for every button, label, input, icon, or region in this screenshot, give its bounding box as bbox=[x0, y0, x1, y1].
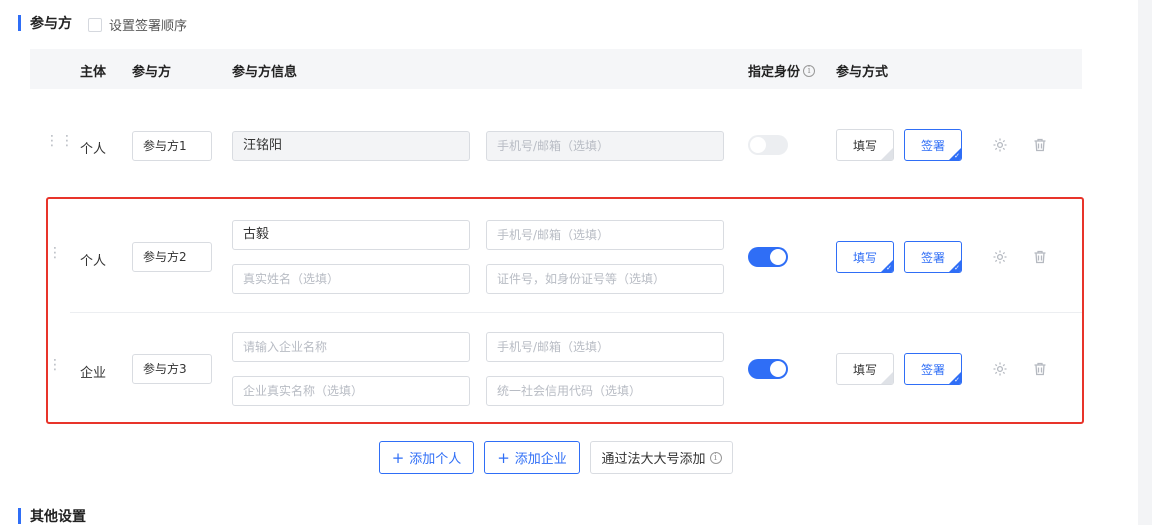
credit-code-input[interactable]: 统一社会信用代码（选填） bbox=[486, 376, 724, 406]
header-designate-identity: 指定身份 i bbox=[748, 61, 816, 80]
row-divider bbox=[70, 312, 1082, 313]
sign-order-label: 设置签署顺序 bbox=[109, 19, 188, 34]
header-party: 参与方 bbox=[132, 65, 172, 80]
add-company-button[interactable]: + 添加企业 bbox=[484, 441, 580, 474]
trash-icon[interactable] bbox=[1032, 361, 1048, 377]
row-subject: 个人 bbox=[80, 142, 107, 157]
row-subject: 个人 bbox=[80, 254, 107, 269]
real-name-input[interactable]: 真实姓名（选填） bbox=[232, 264, 470, 294]
drag-handle-icon[interactable]: ⋮⋮ bbox=[45, 134, 74, 154]
designate-identity-toggle[interactable] bbox=[748, 247, 788, 267]
section-title-other-settings: 其他设置 bbox=[18, 508, 86, 525]
party-name-input[interactable]: 参与方3 bbox=[132, 354, 212, 384]
mode-sign-button[interactable]: 签署 ✓ bbox=[904, 353, 962, 385]
info-icon[interactable]: i bbox=[803, 64, 816, 77]
company-name-input[interactable]: 请输入企业名称 bbox=[232, 332, 470, 362]
drag-handle-icon[interactable]: ⋮ bbox=[48, 358, 62, 378]
add-person-button[interactable]: + 添加个人 bbox=[379, 441, 474, 474]
trash-icon[interactable] bbox=[1032, 249, 1048, 265]
checkbox-box[interactable] bbox=[88, 17, 102, 32]
header-designate-label: 指定身份 bbox=[748, 65, 801, 80]
mode-sign-button[interactable]: 签署 ✓ bbox=[904, 129, 962, 161]
gear-icon[interactable] bbox=[992, 137, 1008, 153]
contact-input[interactable]: 手机号/邮箱（选填） bbox=[486, 220, 724, 250]
id-number-input[interactable]: 证件号，如身份证号等（选填） bbox=[486, 264, 724, 294]
section-accent-bar bbox=[18, 15, 21, 31]
mode-fill-button[interactable]: 填写 bbox=[836, 353, 894, 385]
participant-name-input[interactable]: 古毅 bbox=[232, 220, 470, 250]
header-participation-mode: 参与方式 bbox=[836, 65, 889, 80]
add-via-fadada-button[interactable]: 通过法大大号添加 i bbox=[590, 441, 733, 474]
drag-handle-icon[interactable]: ⋮ bbox=[48, 246, 62, 266]
scrollbar-track[interactable] bbox=[1138, 0, 1152, 525]
contact-input[interactable]: 手机号/邮箱（选填） bbox=[486, 131, 724, 161]
mode-fill-button[interactable]: 填写 bbox=[836, 129, 894, 161]
row-subject: 企业 bbox=[80, 366, 107, 381]
party-name-input[interactable]: 参与方2 bbox=[132, 242, 212, 272]
section-accent-bar bbox=[18, 508, 21, 524]
trash-icon[interactable] bbox=[1032, 137, 1048, 153]
gear-icon[interactable] bbox=[992, 361, 1008, 377]
plus-icon: + bbox=[497, 448, 510, 467]
gear-icon[interactable] bbox=[992, 249, 1008, 265]
info-icon: i bbox=[709, 451, 722, 464]
section-title-participants: 参与方 bbox=[18, 15, 72, 32]
contact-input[interactable]: 手机号/邮箱（选填） bbox=[486, 332, 724, 362]
mode-fill-button[interactable]: 填写 ✓ bbox=[836, 241, 894, 273]
plus-icon: + bbox=[391, 448, 405, 467]
designate-identity-toggle[interactable] bbox=[748, 135, 788, 155]
designate-identity-toggle[interactable] bbox=[748, 359, 788, 379]
table-header: 主体 参与方 参与方信息 指定身份 i 参与方式 bbox=[30, 49, 1082, 89]
mode-sign-button[interactable]: 签署 ✓ bbox=[904, 241, 962, 273]
section-title-text: 参与方 bbox=[30, 16, 72, 32]
header-party-info: 参与方信息 bbox=[232, 65, 298, 80]
section-title-text: 其他设置 bbox=[30, 509, 86, 525]
company-real-name-input[interactable]: 企业真实名称（选填） bbox=[232, 376, 470, 406]
header-subject: 主体 bbox=[80, 65, 107, 80]
participant-name-input[interactable]: 汪铭阳 bbox=[232, 131, 470, 161]
party-name-input[interactable]: 参与方1 bbox=[132, 131, 212, 161]
sign-order-checkbox[interactable]: 设置签署顺序 bbox=[88, 15, 187, 34]
